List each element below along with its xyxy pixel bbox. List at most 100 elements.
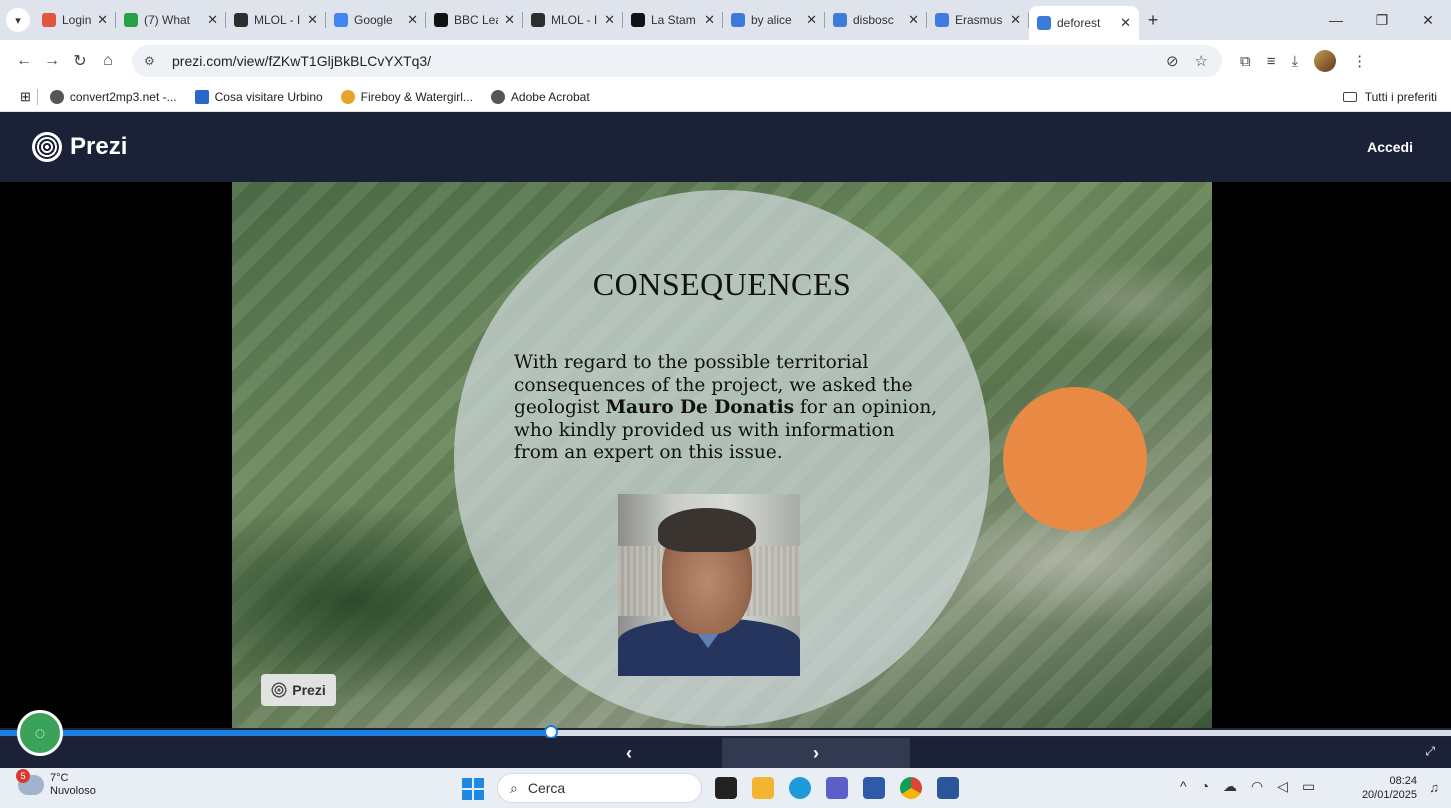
word-icon[interactable]: [937, 777, 959, 799]
teams-icon[interactable]: [826, 777, 848, 799]
chrome-icon[interactable]: [900, 777, 922, 799]
tab-title: by alice: [751, 13, 792, 27]
close-tab-icon[interactable]: ✕: [1004, 12, 1021, 28]
browser-tab[interactable]: MLOL - I ✕: [226, 4, 326, 36]
close-tab-icon[interactable]: ✕: [902, 12, 919, 28]
reload-button[interactable]: ↻: [66, 51, 94, 71]
photo-hair: [658, 508, 756, 552]
slide-body-text: With regard to the possible territorial …: [514, 352, 944, 465]
close-tab-icon[interactable]: ✕: [800, 12, 817, 28]
clock-time: 08:24: [1389, 775, 1417, 787]
browser-tab[interactable]: MLOL - I ✕: [523, 4, 623, 36]
tab-search-button[interactable]: ▾: [6, 8, 30, 32]
bookmark-label: Fireboy & Watergirl...: [360, 89, 473, 104]
store-icon[interactable]: [863, 777, 885, 799]
apps-grid-icon[interactable]: ⊞: [20, 89, 31, 105]
windows-start-icon[interactable]: [462, 778, 484, 800]
all-bookmarks-label: Tutti i preferiti: [1364, 89, 1437, 104]
bookmark-acrobat[interactable]: Adobe Acrobat: [490, 89, 590, 104]
login-button[interactable]: Accedi: [1367, 139, 1413, 155]
taskbar-search[interactable]: ⌕ Cerca: [497, 773, 702, 803]
weather-widget[interactable]: 5 7°C Nuvoloso: [16, 769, 96, 798]
mlol-icon: [234, 13, 248, 27]
task-view-icon[interactable]: [715, 777, 737, 799]
tab-title: MLOL - I: [551, 13, 598, 27]
portrait-photo: [618, 494, 800, 676]
bookmark-fireboy[interactable]: Fireboy & Watergirl...: [340, 89, 473, 104]
downloads-icon[interactable]: ⤓: [1291, 53, 1298, 70]
cookie-settings-button[interactable]: ◌: [17, 710, 63, 756]
browser-tab[interactable]: deforest ✕: [1029, 6, 1139, 40]
previous-slide-button[interactable]: ‹: [536, 738, 722, 768]
minimize-button[interactable]: —: [1313, 12, 1359, 29]
close-tab-icon[interactable]: ✕: [91, 12, 108, 28]
browser-tab[interactable]: Login Ar✕: [34, 4, 116, 36]
bookmark-urbino[interactable]: Cosa visitare Urbino: [194, 89, 323, 104]
prezi-logo[interactable]: Prezi: [32, 132, 127, 162]
chevron-up-icon[interactable]: ^: [1180, 778, 1187, 795]
browser-tab[interactable]: La Stam ✕: [623, 4, 723, 36]
onedrive-icon[interactable]: ☁: [1223, 778, 1237, 795]
photo-icon: [194, 89, 209, 104]
notification-bell-icon[interactable]: ♫: [1429, 780, 1439, 795]
copilot-icon[interactable]: ◔: [1201, 778, 1209, 795]
close-tab-icon[interactable]: ✕: [401, 12, 418, 28]
edge-icon[interactable]: [789, 777, 811, 799]
chevron-right-icon: ›: [813, 742, 819, 763]
browser-tab[interactable]: (7) What ✕: [116, 4, 226, 36]
bookmark-convert2mp3[interactable]: convert2mp3.net -...: [49, 89, 177, 104]
close-tab-icon[interactable]: ✕: [498, 12, 515, 28]
tab-title: Google: [354, 13, 393, 27]
browser-tab[interactable]: by alice ✕: [723, 4, 825, 36]
back-button[interactable]: ←: [10, 52, 38, 70]
presentation-stage[interactable]: CONSEQUENCES With regard to the possible…: [0, 182, 1451, 728]
progress-handle[interactable]: [544, 725, 559, 739]
browser-tab[interactable]: Google ✕: [326, 4, 426, 36]
browser-tab[interactable]: BBC Lea ✕: [426, 4, 523, 36]
prezi-badge-icon: [271, 682, 288, 698]
new-tab-button[interactable]: +: [1139, 10, 1167, 31]
bookmarks-divider: [36, 88, 38, 105]
close-tab-icon[interactable]: ✕: [698, 12, 715, 28]
home-button[interactable]: ⌂: [94, 52, 122, 70]
browser-tab[interactable]: Erasmus ✕: [927, 4, 1029, 36]
address-bar[interactable]: ⚙ prezi.com/view/fZKwT1GljBkBLCvYXTq3/ ⊘…: [132, 45, 1222, 77]
battery-icon[interactable]: ▭: [1302, 778, 1315, 795]
wifi-icon[interactable]: ◠: [1251, 778, 1263, 795]
notification-badge: 5: [16, 769, 30, 783]
file-explorer-icon[interactable]: [752, 777, 774, 799]
tab-title: La Stam: [651, 13, 696, 27]
close-tab-icon[interactable]: ✕: [1114, 15, 1131, 31]
forward-button[interactable]: →: [38, 52, 66, 70]
close-tab-icon[interactable]: ✕: [201, 12, 218, 28]
next-slide-button[interactable]: ›: [722, 738, 910, 768]
close-tab-icon[interactable]: ✕: [598, 12, 615, 28]
bookmark-star-icon[interactable]: ☆: [1195, 52, 1208, 70]
site-info-icon[interactable]: ⚙: [144, 54, 166, 68]
media-control-icon[interactable]: ≡: [1267, 53, 1276, 70]
system-tray: ^ ◔ ☁ ◠ ◁ ▭: [1180, 778, 1315, 795]
folder-icon: [1342, 91, 1357, 102]
close-tab-icon[interactable]: ✕: [301, 12, 318, 28]
docs-icon: [935, 13, 949, 27]
profile-avatar[interactable]: [1314, 50, 1337, 72]
volume-icon[interactable]: ◁: [1277, 778, 1288, 795]
fullscreen-icon[interactable]: ⤢: [1425, 744, 1435, 759]
tracking-protection-icon[interactable]: ⊘: [1166, 52, 1179, 70]
menu-kebab-icon[interactable]: ⋮: [1352, 52, 1367, 70]
restore-button[interactable]: ❐: [1359, 12, 1405, 29]
search-placeholder: Cerca: [527, 780, 566, 796]
slide-title: CONSEQUENCES: [592, 266, 852, 302]
tab-title: Login Ar: [62, 13, 92, 27]
presentation-progress[interactable]: [0, 725, 1451, 739]
slide-text-bold: Mauro De Donatis: [605, 397, 795, 418]
bookmark-label: Adobe Acrobat: [510, 89, 590, 104]
extensions-icon[interactable]: ⧉: [1240, 53, 1251, 70]
tab-title: MLOL - I: [254, 13, 301, 27]
close-window-button[interactable]: ✕: [1405, 12, 1451, 29]
browser-tab[interactable]: disbosc ✕: [825, 4, 927, 36]
all-bookmarks-button[interactable]: Tutti i preferiti: [1342, 89, 1451, 104]
prezi-watermark-badge[interactable]: Prezi: [261, 674, 336, 706]
slide: CONSEQUENCES With regard to the possible…: [232, 182, 1212, 728]
taskbar-clock[interactable]: 08:24 20/01/2025: [1362, 774, 1417, 802]
